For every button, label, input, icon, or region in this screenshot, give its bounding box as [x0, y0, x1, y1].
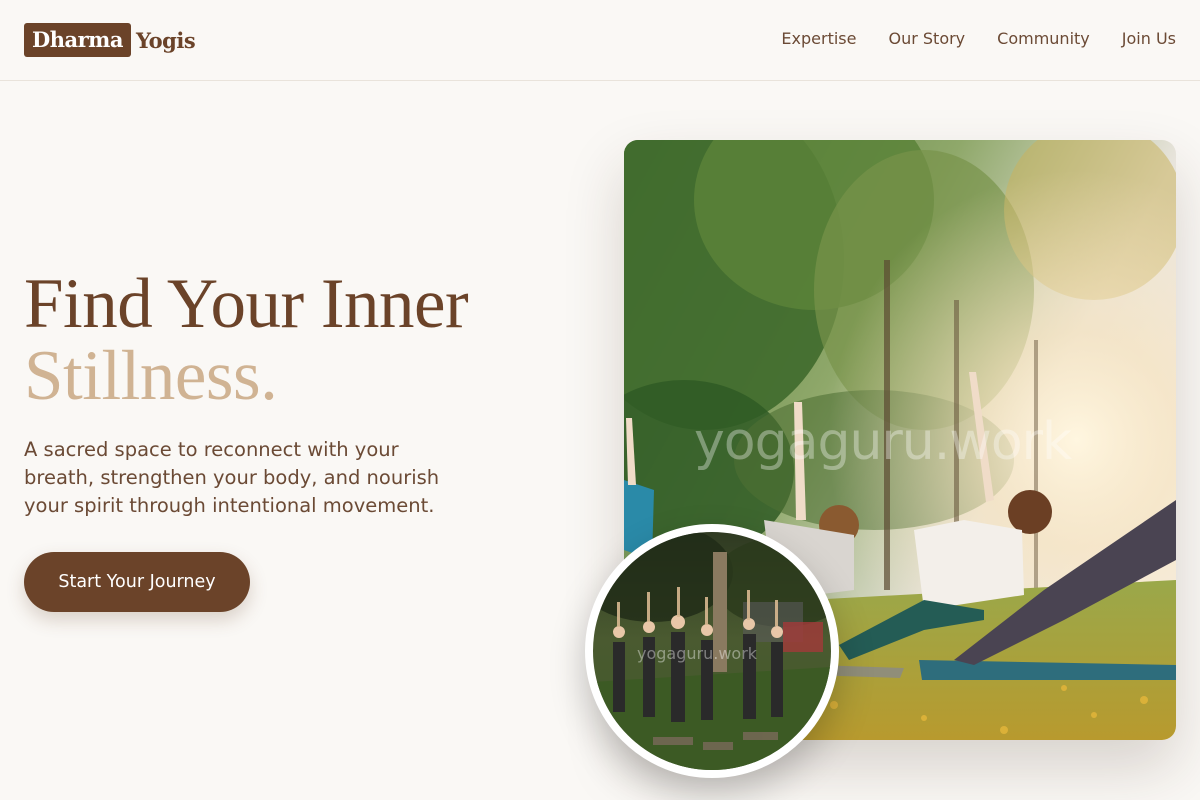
hero-description: A sacred space to reconnect with your br…: [24, 438, 440, 517]
brand-logo-highlight: Dharma: [24, 23, 131, 57]
brand-logo[interactable]: Dharma Yogis: [24, 23, 196, 57]
hero-title: Find Your Inner Stillness.: [24, 268, 584, 412]
nav-link-community[interactable]: Community: [997, 28, 1090, 50]
photo-watermark: yogaguru.work: [694, 412, 1072, 472]
inset-photo: yogaguru.work: [585, 524, 839, 778]
hero-title-line2: Stillness.: [24, 337, 278, 415]
nav-link-expertise[interactable]: Expertise: [781, 28, 856, 50]
nav-link-join-us[interactable]: Join Us: [1122, 28, 1176, 50]
nav-link-our-story[interactable]: Our Story: [888, 28, 965, 50]
main-nav: Expertise Our Story Community Join Us: [749, 28, 1176, 50]
brand-logo-text: Yogis: [135, 27, 196, 53]
start-journey-button[interactable]: Start Your Journey: [24, 552, 250, 612]
site-header: Dharma Yogis Expertise Our Story Communi…: [0, 0, 1200, 81]
hero-title-line1: Find Your Inner: [24, 265, 469, 343]
inset-photo-watermark: yogaguru.work: [637, 644, 758, 663]
